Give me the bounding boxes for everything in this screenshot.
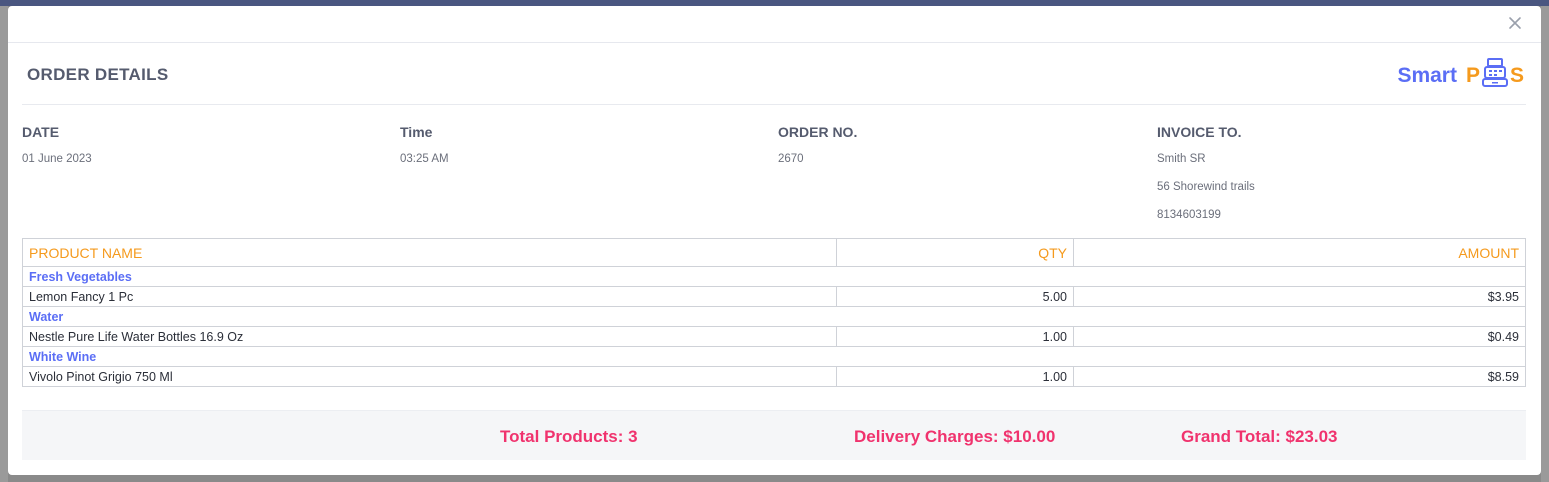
date-label: DATE [22,124,60,140]
delivery-charges: Delivery Charges: $10.00 [854,427,1056,446]
time-label: Time [400,124,433,140]
smartpos-logo: Smart P S [1397,58,1524,94]
order-no-value: 2670 [778,153,804,165]
product-name-cell: Nestle Pure Life Water Bottles 16.9 Oz [22,326,837,347]
order-items-table: PRODUCT NAME QTY AMOUNT Fresh Vegetables… [22,238,1526,387]
time-block: Time 03:25 AM [400,124,449,165]
logo-text-s: S [1509,64,1524,87]
category-row: White Wine [22,346,1526,367]
table-row: Nestle Pure Life Water Bottles 16.9 Oz 1… [22,326,1526,347]
date-value: 01 June 2023 [22,153,92,165]
product-name-cell: Vivolo Pinot Grigio 750 Ml [22,366,837,387]
close-icon[interactable] [1507,15,1523,31]
cash-register-icon [1481,58,1509,94]
modal-top-bar [8,6,1541,43]
qty-cell: 1.00 [836,366,1074,387]
total-products: Total Products: 3 [500,427,638,446]
modal-header: ORDER DETAILS Smart P S [22,44,1526,105]
category-label: Water [22,306,1526,327]
date-block: DATE 01 June 2023 [22,124,92,165]
table-row: Vivolo Pinot Grigio 750 Ml 1.00 $8.59 [22,366,1526,387]
amount-cell: $8.59 [1073,366,1526,387]
order-no-block: ORDER NO. 2670 [778,124,857,165]
table-header-row: PRODUCT NAME QTY AMOUNT [22,238,1526,267]
qty-cell: 1.00 [836,326,1074,347]
invoice-to-label: INVOICE TO. [1157,124,1242,140]
amount-cell: $3.95 [1073,286,1526,307]
customer-address: 56 Shorewind trails [1157,181,1255,193]
logo-text-smart: Smart [1397,64,1457,87]
category-row: Fresh Vegetables [22,266,1526,287]
grand-total: Grand Total: $23.03 [1181,427,1338,446]
customer-phone: 8134603199 [1157,209,1221,221]
column-header-qty: QTY [836,238,1074,267]
product-name-cell: Lemon Fancy 1 Pc [22,286,837,307]
customer-name: Smith SR [1157,153,1206,165]
column-header-product: PRODUCT NAME [22,238,837,267]
amount-cell: $0.49 [1073,326,1526,347]
qty-cell: 5.00 [836,286,1074,307]
logo-text-p: P [1465,64,1480,87]
time-value: 03:25 AM [400,153,449,165]
column-header-amount: AMOUNT [1073,238,1526,267]
backdrop-overlay-left [0,6,8,482]
backdrop-overlay-right [1541,6,1549,482]
category-label: Fresh Vegetables [22,266,1526,287]
table-row: Lemon Fancy 1 Pc 5.00 $3.95 [22,286,1526,307]
page-title: ORDER DETAILS [27,65,169,84]
category-row: Water [22,306,1526,327]
totals-bar: Total Products: 3 Delivery Charges: $10.… [22,410,1526,460]
invoice-to-block: INVOICE TO. Smith SR 56 Shorewind trails… [1157,124,1255,221]
category-label: White Wine [22,346,1526,367]
order-no-label: ORDER NO. [778,124,858,140]
order-info: DATE 01 June 2023 Time 03:25 AM ORDER NO… [22,124,1526,224]
order-details-modal: ORDER DETAILS Smart P S DATE 01 June 202… [8,6,1541,475]
